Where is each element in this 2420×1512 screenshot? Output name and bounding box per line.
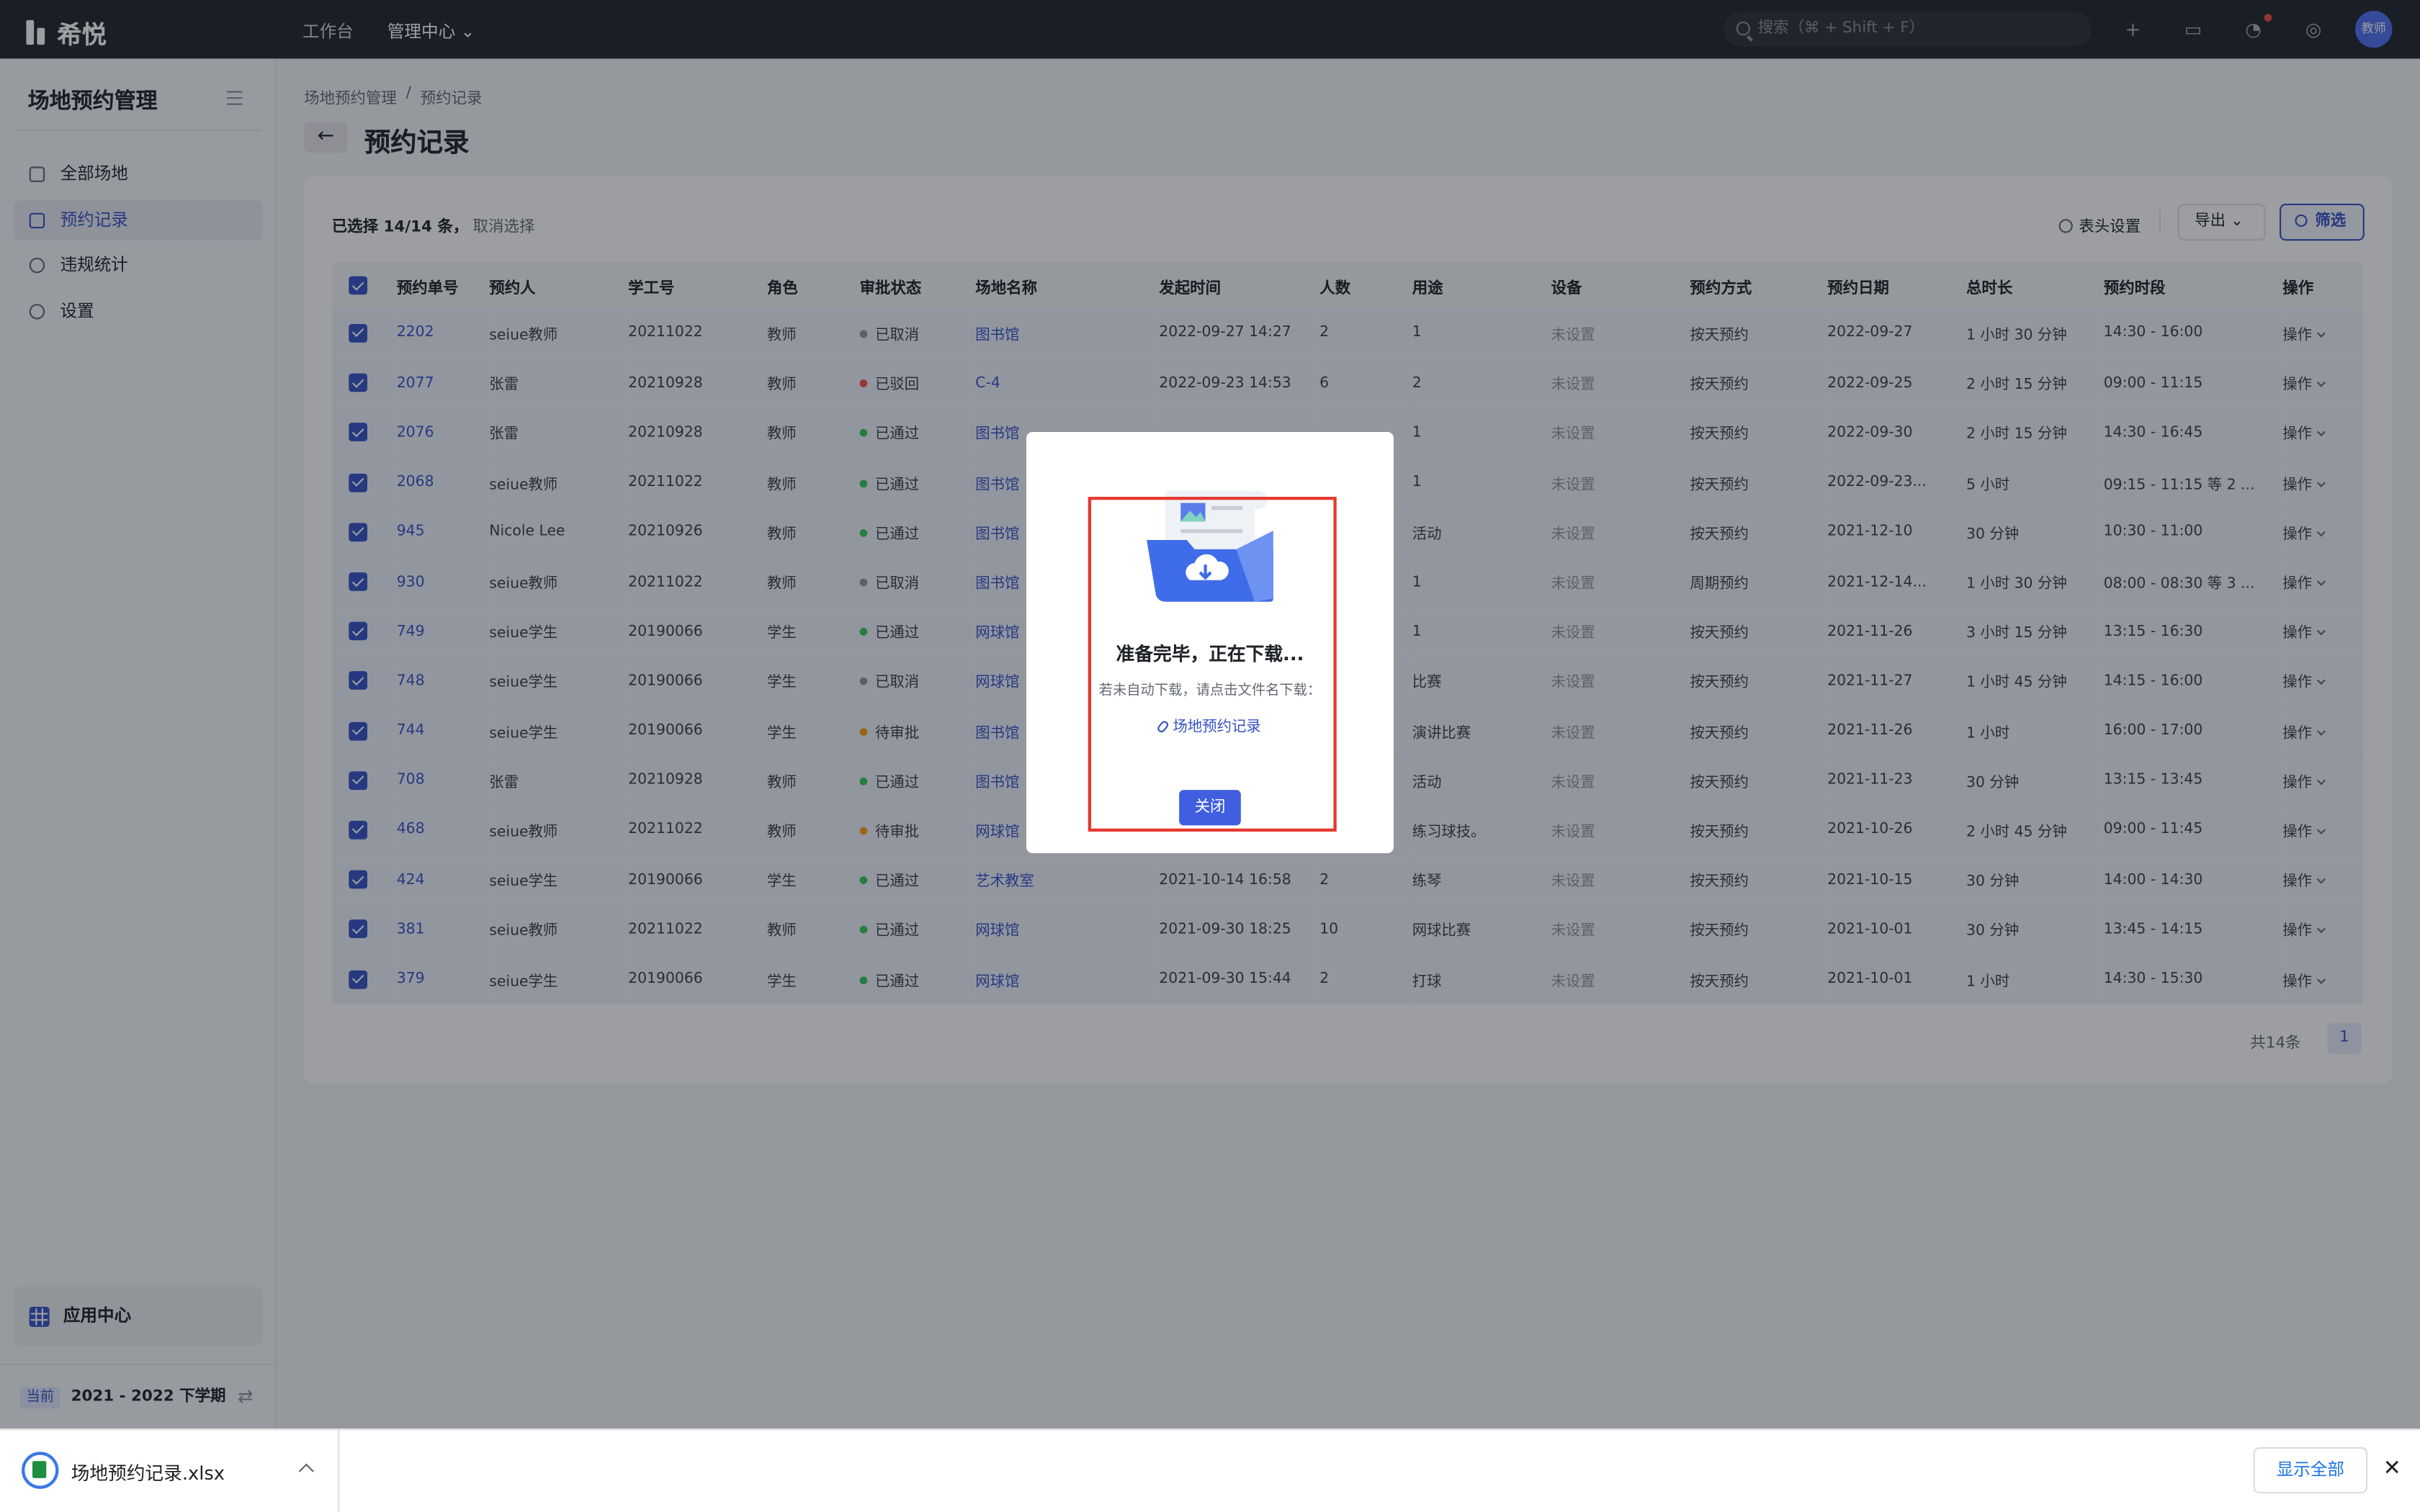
- show-all-button[interactable]: 显示全部: [2253, 1446, 2368, 1494]
- close-icon[interactable]: ✕: [2383, 1457, 2401, 1481]
- download-bar: 场地预约记录.xlsx 显示全部 ✕: [0, 1428, 2420, 1512]
- chevron-up-icon[interactable]: [298, 1463, 314, 1479]
- download-modal: 准备完毕，正在下载... 若未自动下载，请点击文件名下载： 场地预约记录 关闭: [1026, 432, 1394, 853]
- highlight-box: [1088, 497, 1337, 832]
- spreadsheet-file-icon: [22, 1452, 59, 1489]
- download-item[interactable]: 场地预约记录.xlsx: [0, 1430, 340, 1512]
- download-filename: 场地预约记录.xlsx: [71, 1462, 225, 1485]
